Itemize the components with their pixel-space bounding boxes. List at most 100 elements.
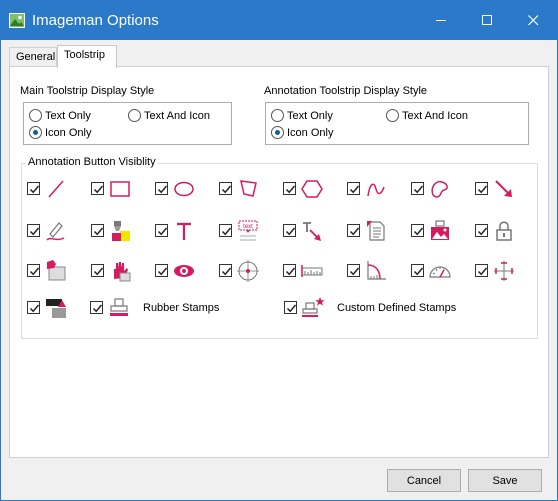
checkbox[interactable]: [27, 182, 40, 195]
minimize-button[interactable]: [419, 1, 465, 40]
ruler-icon: [301, 265, 323, 277]
checkbox[interactable]: [155, 224, 168, 237]
checkbox[interactable]: [347, 224, 360, 237]
text-arrow-icon: [303, 222, 321, 241]
line-toggle[interactable]: [27, 177, 71, 201]
ellipse-toggle[interactable]: [155, 177, 199, 201]
annotation-text-and-icon-radio[interactable]: Text And Icon: [386, 109, 468, 122]
hand-highlight-icon: [114, 262, 131, 282]
eye-redact-icon: [174, 265, 194, 277]
checkbox[interactable]: [219, 182, 232, 195]
minimize-icon: [436, 20, 446, 21]
ruler-toggle[interactable]: [283, 259, 327, 283]
rectangle-icon: [110, 181, 130, 197]
checkbox[interactable]: [283, 264, 296, 277]
tab-toolstrip[interactable]: Toolstrip: [57, 45, 117, 68]
polygon-toggle[interactable]: [219, 177, 263, 201]
main-icon-only-radio[interactable]: Icon Only: [29, 126, 91, 139]
polygon-icon: [240, 180, 257, 197]
area-fill-toggle[interactable]: [27, 259, 71, 283]
freehand-icon: [367, 183, 385, 197]
checkbox[interactable]: [27, 264, 40, 277]
arrow-toggle[interactable]: [475, 177, 519, 201]
custom-stamps-toggle[interactable]: Custom Defined Stamps: [284, 296, 484, 320]
checkbox[interactable]: [219, 264, 232, 277]
checkbox[interactable]: [475, 264, 488, 277]
radio-label: Icon Only: [45, 126, 92, 139]
line-icon: [48, 180, 64, 198]
checkbox[interactable]: [155, 182, 168, 195]
checkbox[interactable]: [347, 182, 360, 195]
maximize-icon: [482, 15, 492, 25]
radio-label: Text And Icon: [144, 109, 211, 122]
text-callout-toggle[interactable]: text: [219, 219, 263, 243]
image-stamp-icon: [431, 220, 449, 240]
checkbox[interactable]: [155, 264, 168, 277]
lock-toggle[interactable]: [475, 219, 519, 243]
radio-circle: [29, 109, 42, 122]
main-text-and-icon-radio[interactable]: Text And Icon: [128, 109, 210, 122]
visibility-group-title: Annotation Button Visiblity: [26, 156, 158, 168]
note-toggle[interactable]: [347, 219, 391, 243]
window-title: Imageman Options: [32, 12, 159, 29]
title-bar[interactable]: Imageman Options: [1, 1, 557, 40]
crosshair-point-icon: [237, 260, 259, 282]
checkbox[interactable]: [91, 224, 104, 237]
hexagon-toggle[interactable]: [283, 177, 327, 201]
checkbox[interactable]: [475, 182, 488, 195]
checkbox[interactable]: [91, 182, 104, 195]
custom-stamps-label: Custom Defined Stamps: [337, 302, 457, 314]
checkbox[interactable]: [90, 301, 103, 314]
protractor-icon: [429, 266, 451, 278]
cancel-button[interactable]: Cancel: [387, 469, 461, 492]
checkbox[interactable]: [283, 224, 296, 237]
checkbox[interactable]: [284, 301, 297, 314]
rectangle-toggle[interactable]: [91, 177, 135, 201]
text-arrow-toggle[interactable]: [283, 219, 327, 243]
freehand-toggle[interactable]: [347, 177, 391, 201]
redact-block-icon: [46, 299, 66, 318]
highlighter-toggle[interactable]: [91, 219, 135, 243]
radio-circle-selected: [271, 126, 284, 139]
angle-measure-toggle[interactable]: [347, 259, 391, 283]
save-button[interactable]: Save: [468, 469, 542, 492]
radio-label: Icon Only: [287, 126, 334, 139]
checkbox[interactable]: [27, 224, 40, 237]
hand-highlight-toggle[interactable]: [91, 259, 135, 283]
note-icon: [367, 221, 385, 241]
text-toggle[interactable]: [155, 219, 199, 243]
main-text-only-radio[interactable]: Text Only: [29, 109, 91, 122]
checkbox[interactable]: [347, 264, 360, 277]
annotation-style-group: Text Only Text And Icon Icon Only: [265, 102, 529, 145]
pen-toggle[interactable]: [27, 219, 71, 243]
redact-block-toggle[interactable]: [27, 296, 71, 320]
pen-icon: [46, 222, 65, 241]
checkbox[interactable]: [219, 224, 232, 237]
closed-freehand-toggle[interactable]: [411, 177, 455, 201]
maximize-button[interactable]: [465, 1, 511, 40]
checkbox[interactable]: [283, 182, 296, 195]
checkbox[interactable]: [475, 224, 488, 237]
radio-label: Text Only: [287, 109, 333, 122]
custom-stamp-icon: [302, 297, 325, 317]
annotation-icon-only-radio[interactable]: Icon Only: [271, 126, 333, 139]
svg-text:text: text: [243, 224, 253, 230]
eye-redact-toggle[interactable]: [155, 259, 199, 283]
crosshair-move-toggle[interactable]: [475, 259, 519, 283]
tab-general[interactable]: General: [9, 47, 57, 67]
image-stamp-toggle[interactable]: [411, 219, 455, 243]
rubber-stamps-toggle[interactable]: Rubber Stamps: [90, 296, 250, 320]
crosshair-move-icon: [494, 261, 514, 281]
closed-freehand-icon: [431, 180, 448, 198]
checkbox[interactable]: [411, 224, 424, 237]
area-fill-icon: [47, 260, 66, 281]
crosshair-point-toggle[interactable]: [219, 259, 263, 283]
checkbox[interactable]: [27, 301, 40, 314]
checkbox[interactable]: [411, 264, 424, 277]
checkbox[interactable]: [91, 264, 104, 277]
close-button[interactable]: [511, 1, 557, 40]
protractor-toggle[interactable]: [411, 259, 455, 283]
lock-icon: [496, 221, 512, 241]
annotation-text-only-radio[interactable]: Text Only: [271, 109, 333, 122]
checkbox[interactable]: [411, 182, 424, 195]
